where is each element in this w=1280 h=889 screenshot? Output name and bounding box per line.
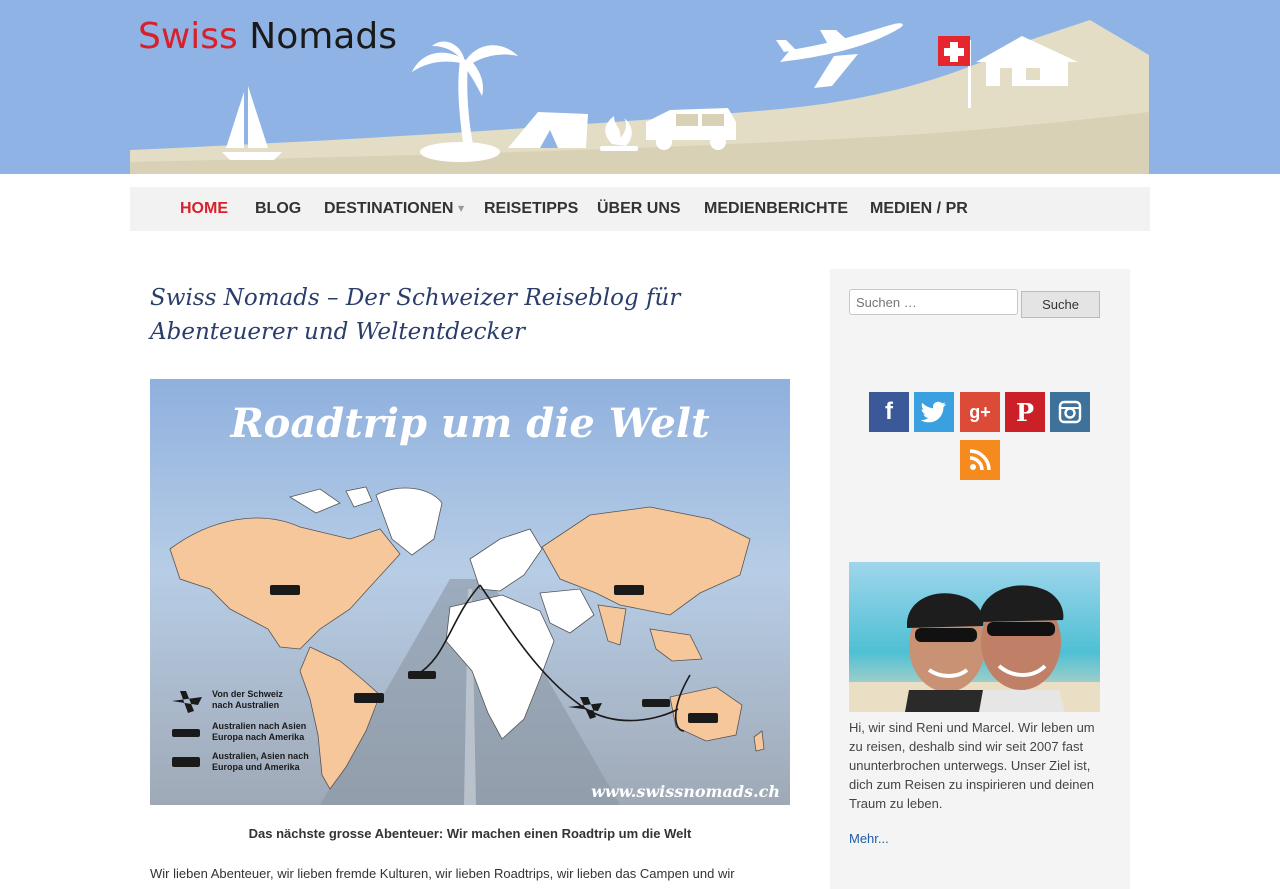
main-navigation: HOME BLOG DESTINATIONEN ▼ REISETIPPS ÜBE…	[130, 187, 1150, 231]
hero-headline: Roadtrip um die Welt	[229, 400, 710, 447]
nav-item-blog[interactable]: BLOG	[255, 187, 301, 231]
twitter-icon[interactable]	[914, 392, 954, 432]
more-link[interactable]: Mehr...	[849, 831, 889, 846]
logo-word-nomads: Nomads	[249, 16, 397, 57]
logo-word-swiss: Swiss	[138, 16, 238, 57]
car-icon	[172, 757, 200, 767]
hero-image-roadtrip-map[interactable]: Roadtrip um die Welt Von der Schweiz nac…	[150, 379, 790, 805]
ship-icon	[172, 729, 200, 737]
author-bio: Hi, wir sind Reni und Marcel. Wir leben …	[849, 720, 1095, 811]
page-title: Swiss Nomads – Der Schweizer Reiseblog f…	[150, 285, 681, 345]
nav-item-ueber-uns[interactable]: ÜBER UNS	[597, 187, 681, 231]
nav-item-medien-pr[interactable]: MEDIEN / PR	[870, 187, 968, 231]
nav-item-home[interactable]: HOME	[180, 187, 228, 231]
author-photo[interactable]	[849, 562, 1100, 712]
search-button[interactable]: Suche	[1021, 291, 1100, 318]
nav-item-reisetipps[interactable]: REISETIPPS	[484, 187, 578, 231]
search-input[interactable]	[849, 289, 1018, 315]
legend-line: Von der Schweiz	[212, 689, 283, 699]
google-plus-icon[interactable]: g+	[960, 392, 1000, 432]
instagram-icon[interactable]	[1050, 392, 1090, 432]
nav-item-medienberichte[interactable]: MEDIENBERICHTE	[704, 187, 848, 231]
rss-icon[interactable]	[960, 440, 1000, 480]
site-logo[interactable]: Swiss Nomads	[138, 16, 397, 57]
nav-item-destinationen[interactable]: DESTINATIONEN	[324, 187, 453, 231]
header-banner: Swiss Nomads	[0, 0, 1280, 174]
camera-glyph	[1058, 400, 1082, 424]
facebook-icon[interactable]: f	[869, 392, 909, 432]
legend-line: Europa und Amerika	[212, 762, 301, 772]
intro-paragraph: Wir lieben Abenteuer, wir lieben fremde …	[150, 866, 735, 881]
legend-line: Australien, Asien nach	[212, 751, 309, 761]
legend-line: nach Australien	[212, 700, 279, 710]
image-caption: Das nächste grosse Abenteuer: Wir machen…	[248, 826, 692, 841]
image-watermark: www.swissnomads.ch	[591, 782, 780, 801]
twitter-bird-glyph	[921, 401, 946, 423]
legend-line: Europa nach Amerika	[212, 732, 305, 742]
legend-line: Australien nach Asien	[212, 721, 306, 731]
submenu-arrow-icon: ▼	[458, 204, 465, 213]
rss-glyph	[969, 449, 991, 471]
banner-image[interactable]: Swiss Nomads	[130, 0, 1149, 174]
pinterest-icon[interactable]: P	[1005, 392, 1045, 432]
